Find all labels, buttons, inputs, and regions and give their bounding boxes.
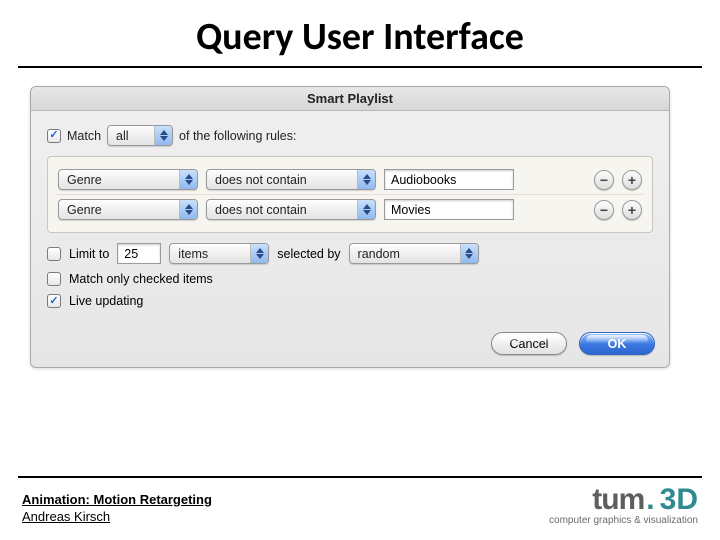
limit-checkbox[interactable] — [47, 247, 61, 261]
dropdown-arrows-icon — [357, 200, 375, 219]
live-updating-row: Live updating — [47, 294, 653, 308]
match-mode-value: all — [116, 129, 146, 143]
dropdown-arrows-icon — [357, 170, 375, 189]
rule-row: Genre does not contain — [56, 165, 644, 194]
ok-button[interactable]: OK — [579, 332, 655, 355]
limit-label: Limit to — [69, 247, 109, 261]
add-rule-button[interactable]: + — [622, 200, 642, 220]
limit-unit-select[interactable]: items — [169, 243, 269, 264]
match-only-checkbox[interactable] — [47, 272, 61, 286]
rule-field-value: Genre — [67, 203, 171, 217]
live-updating-checkbox[interactable] — [47, 294, 61, 308]
title-divider — [18, 66, 702, 68]
page-title: Query User Interface — [0, 0, 720, 66]
remove-rule-button[interactable]: − — [594, 170, 614, 190]
dropdown-arrows-icon — [154, 126, 172, 145]
footer-topic: Animation: Motion Retargeting — [22, 491, 212, 509]
rules-container: Genre does not contain — [47, 156, 653, 233]
remove-rule-button[interactable]: − — [594, 200, 614, 220]
match-only-row: Match only checked items — [47, 272, 653, 286]
panel-titlebar: Smart Playlist — [31, 87, 669, 111]
brand-tum-text: tum — [592, 483, 644, 517]
limit-unit-value: items — [178, 247, 242, 261]
button-row: Cancel OK — [31, 320, 669, 367]
limit-method-select[interactable]: random — [349, 243, 479, 264]
brand-dot-icon: . — [646, 483, 654, 517]
footer-author: Andreas Kirsch — [22, 508, 212, 526]
match-row: Match all of the following rules: — [47, 125, 653, 146]
match-checkbox[interactable] — [47, 129, 61, 143]
rule-value-input[interactable] — [384, 169, 514, 190]
dropdown-arrows-icon — [460, 244, 478, 263]
match-only-label: Match only checked items — [69, 272, 213, 286]
brand-logo: tum.3D — [549, 483, 698, 517]
rule-field-value: Genre — [67, 173, 171, 187]
dropdown-arrows-icon — [179, 200, 197, 219]
live-updating-label: Live updating — [69, 294, 143, 308]
rule-field-select[interactable]: Genre — [58, 199, 198, 220]
footer-right: tum.3D computer graphics & visualization — [549, 483, 698, 526]
add-rule-button[interactable]: + — [622, 170, 642, 190]
rule-field-select[interactable]: Genre — [58, 169, 198, 190]
cancel-button[interactable]: Cancel — [491, 332, 567, 355]
match-mode-select[interactable]: all — [107, 125, 173, 146]
brand-3d-text: 3D — [660, 483, 698, 517]
limit-method-value: random — [358, 247, 452, 261]
footer: Animation: Motion Retargeting Andreas Ki… — [0, 483, 720, 526]
dropdown-arrows-icon — [250, 244, 268, 263]
rule-value-input[interactable] — [384, 199, 514, 220]
match-suffix-label: of the following rules: — [179, 129, 296, 143]
rule-row: Genre does not contain — [56, 194, 644, 224]
rule-operator-value: does not contain — [215, 203, 349, 217]
rule-operator-select[interactable]: does not contain — [206, 199, 376, 220]
limit-count-input[interactable] — [117, 243, 161, 264]
footer-divider — [18, 476, 702, 478]
smart-playlist-panel: Smart Playlist Match all of the followin… — [30, 86, 670, 368]
footer-left: Animation: Motion Retargeting Andreas Ki… — [22, 491, 212, 526]
match-prefix-label: Match — [67, 129, 101, 143]
selected-by-label: selected by — [277, 247, 340, 261]
rule-operator-select[interactable]: does not contain — [206, 169, 376, 190]
dropdown-arrows-icon — [179, 170, 197, 189]
limit-row: Limit to items selected by random — [47, 243, 653, 264]
brand-subtitle: computer graphics & visualization — [549, 515, 698, 526]
rule-operator-value: does not contain — [215, 173, 349, 187]
